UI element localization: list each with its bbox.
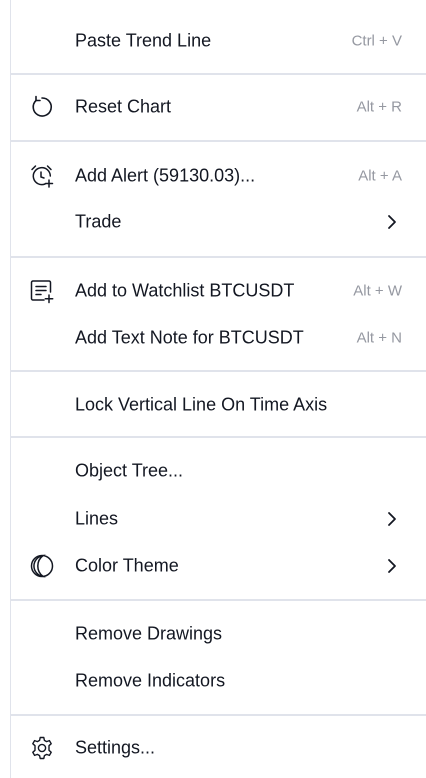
shortcut-label: Ctrl + V xyxy=(351,32,402,50)
menu-item-label: Lines xyxy=(75,508,119,529)
moon-icon xyxy=(30,554,54,578)
menu-item-trade[interactable]: Trade xyxy=(11,199,426,245)
menu-separator xyxy=(11,73,426,75)
shortcut-label: Alt + W xyxy=(353,282,402,300)
shortcut-label: Alt + A xyxy=(358,167,402,185)
menu-separator xyxy=(11,256,426,258)
menu-item-label: Add Text Note for BTCUSDT xyxy=(75,327,304,348)
menu-item-reset-chart[interactable]: Reset Chart Alt + R xyxy=(11,84,426,130)
menu-item-remove-drawings[interactable]: Remove Drawings xyxy=(11,611,426,657)
menu-item-lock-vertical-line[interactable]: Lock Vertical Line On Time Axis xyxy=(11,382,426,428)
menu-item-color-theme[interactable]: Color Theme xyxy=(11,543,426,589)
chevron-right-icon xyxy=(388,215,396,229)
menu-item-label: Lock Vertical Line On Time Axis xyxy=(75,394,328,415)
menu-item-remove-indicators[interactable]: Remove Indicators xyxy=(11,658,426,704)
menu-item-add-alert[interactable]: Add Alert (59130.03)... Alt + A xyxy=(11,153,426,199)
menu-item-label: Add Alert (59130.03)... xyxy=(75,165,256,186)
menu-item-paste-trend-line[interactable]: Paste Trend Line Ctrl + V xyxy=(11,18,426,64)
menu-item-add-text-note[interactable]: Add Text Note for BTCUSDT Alt + N xyxy=(11,315,426,361)
menu-separator xyxy=(11,436,426,438)
alarm-clock-plus-icon xyxy=(31,165,54,188)
chevron-right-icon xyxy=(388,559,396,573)
menu-item-label: Remove Indicators xyxy=(75,670,226,691)
menu-item-object-tree[interactable]: Object Tree... xyxy=(11,448,426,494)
menu-separator xyxy=(11,140,426,142)
menu-item-lines[interactable]: Lines xyxy=(11,496,426,542)
menu-item-label: Remove Drawings xyxy=(75,623,223,644)
menu-separator xyxy=(11,714,426,716)
menu-item-label: Paste Trend Line xyxy=(75,30,212,51)
shortcut-label: Alt + N xyxy=(356,329,402,347)
list-add-icon xyxy=(30,280,54,304)
menu-separator xyxy=(11,599,426,601)
menu-item-label: Object Tree... xyxy=(75,460,184,481)
shortcut-label: Alt + R xyxy=(356,98,402,116)
reset-icon xyxy=(32,95,53,117)
menu-item-label: Settings... xyxy=(75,737,156,758)
menu-item-add-to-watchlist[interactable]: Add to Watchlist BTCUSDT Alt + W xyxy=(11,268,426,314)
menu-item-label: Color Theme xyxy=(75,555,179,576)
gear-icon xyxy=(32,736,52,760)
menu-separator xyxy=(11,370,426,372)
menu-item-label: Trade xyxy=(75,211,122,232)
menu-item-label: Add to Watchlist BTCUSDT xyxy=(75,280,295,301)
menu-item-settings[interactable]: Settings... xyxy=(11,725,426,771)
chevron-right-icon xyxy=(388,512,396,526)
context-menu: Paste Trend Line Ctrl + V Reset Chart Al… xyxy=(10,0,426,778)
menu-item-label: Reset Chart xyxy=(75,96,172,117)
